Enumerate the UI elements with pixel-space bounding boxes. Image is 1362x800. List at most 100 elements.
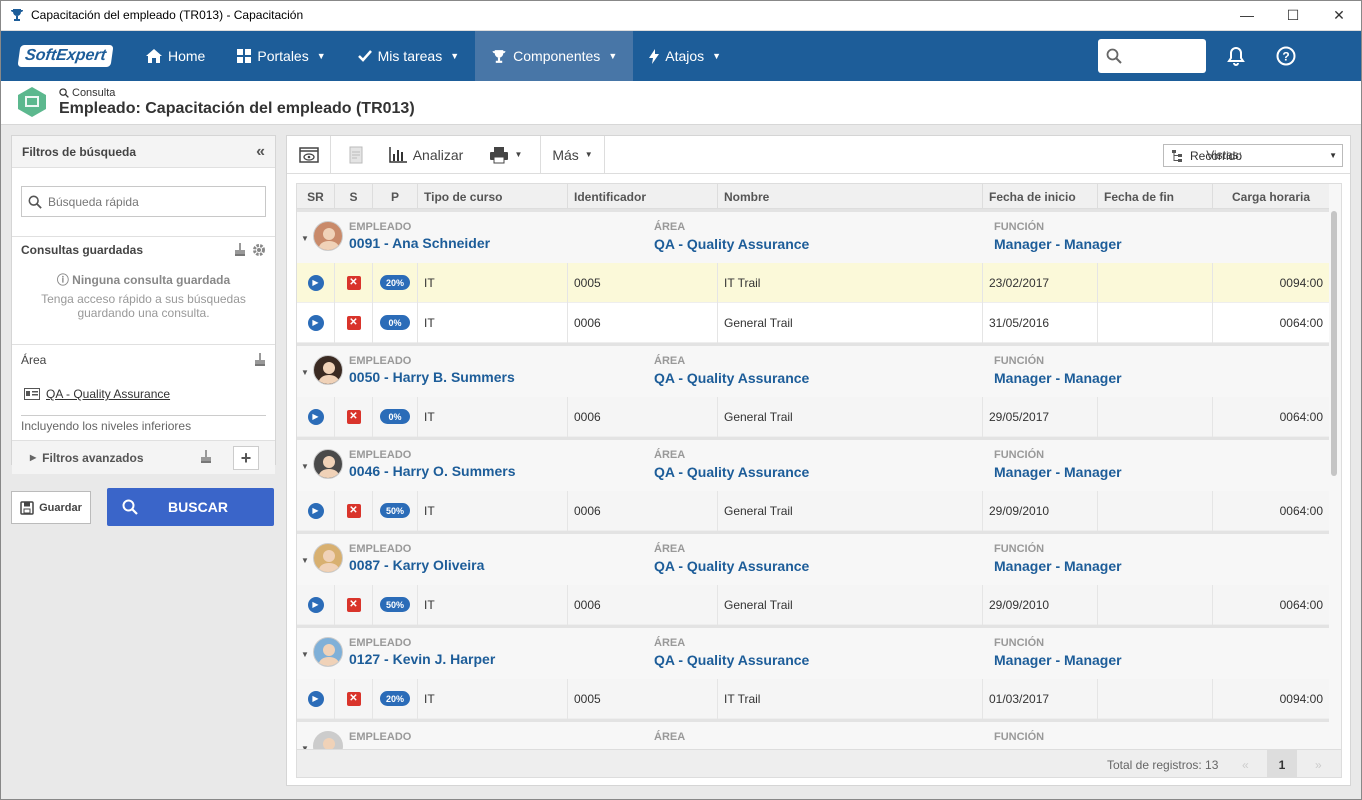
grid-cell: IT: [418, 490, 568, 531]
table-row[interactable]: ▶ ✕ 50% IT 0006 General Trail 29/09/2010 0064:0…: [297, 490, 1329, 531]
prev-page-button[interactable]: «: [1242, 758, 1249, 772]
advanced-filters[interactable]: ▶ Filtros avanzados +: [12, 440, 275, 474]
table-row[interactable]: ▶ ✕ 20% IT 0005 IT Trail 01/03/2017 0094:00: [297, 678, 1329, 719]
bar-chart-icon: [388, 146, 407, 163]
help-icon[interactable]: ?: [1274, 44, 1298, 68]
save-button[interactable]: Guardar: [11, 491, 91, 524]
page-number[interactable]: 1: [1267, 750, 1297, 777]
gear-icon[interactable]: [252, 243, 266, 257]
analyze-button[interactable]: Analizar: [381, 136, 471, 174]
grid-cell: ✕: [335, 584, 373, 625]
start-date-cell: 31/05/2016: [989, 315, 1050, 330]
table-row[interactable]: ▶ ✕ 0% IT 0006 General Trail 29/05/2017 0064:00: [297, 396, 1329, 437]
play-icon[interactable]: ▶: [307, 408, 324, 425]
caret-down-icon: ▼: [712, 51, 722, 61]
collapse-icon[interactable]: «: [256, 143, 265, 161]
status-error-icon: ✕: [346, 597, 361, 612]
caret-right-icon: ▶: [30, 453, 37, 462]
area-value: QA - Quality Assurance: [654, 464, 810, 480]
title-bar: Capacitación del empleado (TR013) - Capa…: [0, 0, 1362, 31]
employee-group[interactable]: ▼ EMPLEADO 0127 - Kevin J. Harper ÁREA QA - …: [297, 625, 1329, 679]
nav-atajos[interactable]: Atajos ▼: [633, 31, 737, 81]
table-row[interactable]: ▶ ✕ 20% IT 0005 IT Trail 23/02/2017 0094:00: [297, 262, 1329, 303]
nav-home[interactable]: Home: [130, 31, 221, 81]
col-workload[interactable]: Carga horaria: [1213, 184, 1329, 209]
caret-down-icon[interactable]: ▼: [301, 368, 309, 377]
global-search-input[interactable]: [1098, 39, 1206, 73]
caret-down-icon[interactable]: ▼: [301, 234, 309, 243]
course-type-cell: IT: [424, 691, 435, 706]
progress-badge: 0%: [380, 315, 410, 330]
caret-down-icon[interactable]: ▼: [301, 650, 309, 659]
next-page-button[interactable]: »: [1315, 758, 1322, 772]
play-icon[interactable]: ▶: [307, 690, 324, 707]
grid-cell: 0005: [568, 262, 718, 303]
employee-avatar: [313, 221, 343, 251]
course-type-cell: IT: [424, 597, 435, 612]
employee-avatar: [313, 637, 343, 667]
workload-cell: 0064:00: [1279, 409, 1323, 424]
grid-cell: IT: [418, 678, 568, 719]
employee-group[interactable]: ▼ EMPLEADO 0091 - Ana Schneider ÁREA QA - Qu…: [297, 209, 1329, 263]
col-sr[interactable]: SR: [297, 184, 335, 209]
vertical-scrollbar[interactable]: [1331, 211, 1337, 476]
search-button[interactable]: BUSCAR: [107, 488, 274, 526]
close-button[interactable]: ✕: [1316, 0, 1362, 31]
caret-down-icon[interactable]: ▼: [301, 556, 309, 565]
maximize-button[interactable]: ☐: [1270, 0, 1316, 31]
name-cell: General Trail: [724, 315, 793, 330]
table-row[interactable]: ▶ ✕ 50% IT 0006 General Trail 29/09/2010 0064:0…: [297, 584, 1329, 625]
grid-cell: 0064:00: [1213, 303, 1329, 343]
eraser-icon[interactable]: [234, 243, 246, 257]
identifier-cell: 0005: [574, 691, 601, 706]
col-name[interactable]: Nombre: [718, 184, 983, 209]
more-button[interactable]: Más ▼: [541, 135, 605, 174]
employee-name: 0127 - Kevin J. Harper: [349, 651, 496, 667]
home-icon: [146, 49, 162, 63]
total-records: Total de registros: 13: [1107, 758, 1219, 772]
bell-icon[interactable]: [1224, 44, 1248, 68]
nav-componentes[interactable]: Componentes ▼: [475, 31, 634, 81]
add-filter-button[interactable]: +: [233, 446, 259, 470]
employee-group[interactable]: ▼ EMPLEADO ÁREA FUNCIÓN: [297, 719, 1329, 749]
workload-cell: 0094:00: [1279, 691, 1323, 706]
nav-mis-tareas[interactable]: Mis tareas ▼: [342, 31, 476, 81]
top-navigation: SoftExpert Home Portales ▼ Mis tareas ▼ Co…: [0, 31, 1362, 81]
softexpert-logo[interactable]: SoftExpert: [0, 31, 130, 81]
play-icon[interactable]: ▶: [307, 502, 324, 519]
grid-cell: ▶: [297, 584, 335, 625]
col-identifier[interactable]: Identificador: [568, 184, 718, 209]
report-button[interactable]: [331, 136, 381, 174]
area-levels-text: Incluyendo los niveles inferiores: [21, 415, 266, 433]
grid-cell: [1098, 584, 1213, 625]
grid-cell: 0064:00: [1213, 397, 1329, 437]
col-end-date[interactable]: Fecha de fin: [1098, 184, 1213, 209]
col-s[interactable]: S: [335, 184, 373, 209]
play-icon[interactable]: ▶: [307, 596, 324, 613]
saved-queries-section: Consultas guardadas ⓘ Ninguna consulta g…: [12, 236, 275, 344]
employee-group[interactable]: ▼ EMPLEADO 0087 - Karry Oliveira ÁREA QA - Q…: [297, 531, 1329, 585]
search-icon: [122, 499, 138, 515]
view-record-button[interactable]: [287, 135, 331, 174]
eraser-icon[interactable]: [254, 353, 266, 367]
caret-down-icon[interactable]: ▼: [301, 462, 309, 471]
print-button[interactable]: ▼: [471, 135, 541, 174]
play-icon[interactable]: ▶: [307, 274, 324, 291]
grid-cell: 0%: [373, 396, 418, 437]
play-icon[interactable]: ▶: [307, 314, 324, 331]
col-p[interactable]: P: [373, 184, 418, 209]
col-course-type[interactable]: Tipo de curso: [418, 184, 568, 209]
views-select[interactable]: Recorrido ▼: [1163, 144, 1343, 167]
eraser-icon[interactable]: [200, 450, 212, 464]
col-start-date[interactable]: Fecha de inicio: [983, 184, 1098, 209]
employee-group[interactable]: ▼ EMPLEADO 0046 - Harry O. Summers ÁREA QA -…: [297, 437, 1329, 491]
quick-search-input[interactable]: Búsqueda rápida: [21, 186, 266, 217]
function-label: FUNCIÓN: [994, 543, 1045, 555]
area-item[interactable]: QA - Quality Assurance: [24, 387, 170, 401]
minimize-button[interactable]: —: [1224, 0, 1270, 31]
saved-hint-text: Tenga acceso rápido a sus búsquedas guar…: [41, 292, 246, 320]
function-value: Manager - Manager: [994, 558, 1122, 574]
employee-group[interactable]: ▼ EMPLEADO 0050 - Harry B. Summers ÁREA QA -…: [297, 343, 1329, 397]
nav-portales[interactable]: Portales ▼: [221, 31, 341, 81]
table-row[interactable]: ▶ ✕ 0% IT 0006 General Trail 31/05/2016 0064:00: [297, 302, 1329, 343]
